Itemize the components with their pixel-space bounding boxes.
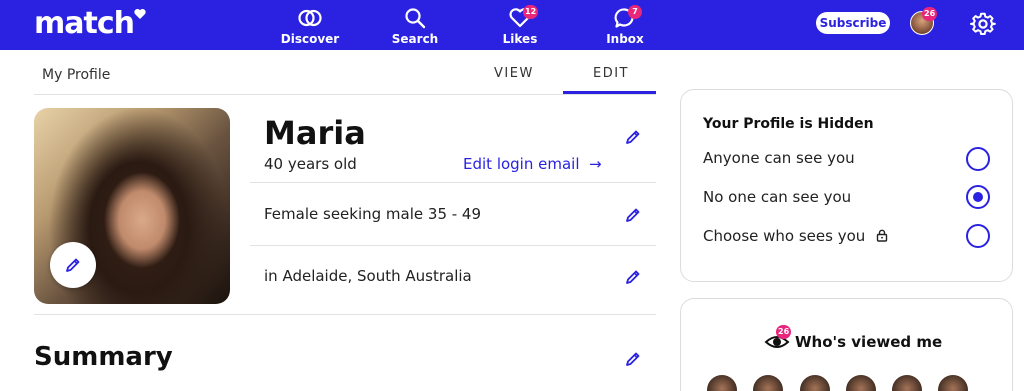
radio-selected-dot bbox=[973, 192, 983, 202]
edit-login-email-label: Edit login email bbox=[463, 155, 580, 173]
divider bbox=[250, 245, 656, 246]
edit-location-pencil-icon[interactable] bbox=[625, 269, 641, 285]
tab-view[interactable]: VIEW bbox=[494, 66, 534, 81]
visibility-option-anyone[interactable]: Anyone can see you bbox=[703, 149, 855, 167]
divider bbox=[34, 314, 656, 315]
header-divider bbox=[34, 94, 656, 95]
visibility-title: Your Profile is Hidden bbox=[703, 116, 874, 132]
viewed-badge: 26 bbox=[776, 325, 792, 339]
profile-age: 40 years old bbox=[264, 155, 357, 173]
nav-inbox[interactable]: 7 Inbox bbox=[580, 4, 670, 46]
subscribe-button[interactable]: Subscribe bbox=[816, 12, 890, 34]
discover-icon bbox=[298, 9, 322, 27]
photo-edit-button[interactable] bbox=[50, 242, 96, 288]
arrow-right-icon: → bbox=[584, 155, 602, 173]
logo-heart-icon bbox=[134, 8, 146, 19]
search-icon bbox=[405, 8, 426, 29]
top-nav: match Discover Search 12 Likes 7 Inbox S… bbox=[0, 0, 1024, 50]
lock-icon bbox=[876, 229, 888, 242]
nav-discover[interactable]: Discover bbox=[265, 4, 355, 46]
match-logo[interactable]: match bbox=[34, 6, 146, 41]
avatar-badge: 26 bbox=[922, 7, 938, 21]
nav-inbox-label: Inbox bbox=[606, 32, 644, 46]
edit-name-pencil-icon[interactable] bbox=[625, 129, 641, 145]
nav-likes-label: Likes bbox=[502, 32, 538, 46]
likes-badge: 12 bbox=[523, 5, 539, 19]
page-title: My Profile bbox=[42, 67, 111, 83]
profile-name: Maria bbox=[264, 114, 366, 152]
profile-location: in Adelaide, South Australia bbox=[264, 267, 472, 285]
nav-search[interactable]: Search bbox=[370, 4, 460, 46]
active-tab-indicator bbox=[563, 91, 656, 94]
visibility-option-choose-label: Choose who sees you bbox=[703, 227, 866, 245]
radio-no-one[interactable] bbox=[966, 185, 990, 209]
nav-likes[interactable]: 12 Likes bbox=[475, 4, 565, 46]
whos-viewed-me-title[interactable]: Who's viewed me bbox=[795, 333, 942, 351]
tab-edit[interactable]: EDIT bbox=[593, 66, 629, 81]
radio-choose[interactable] bbox=[966, 224, 990, 248]
nav-discover-label: Discover bbox=[280, 32, 340, 46]
visibility-option-no-one[interactable]: No one can see you bbox=[703, 188, 851, 206]
pencil-icon bbox=[66, 258, 80, 272]
edit-summary-pencil-icon[interactable] bbox=[625, 351, 641, 367]
visibility-option-choose[interactable]: Choose who sees you bbox=[703, 227, 888, 245]
profile-seeking: Female seeking male 35 - 49 bbox=[264, 205, 482, 223]
radio-anyone[interactable] bbox=[966, 147, 990, 171]
inbox-badge: 7 bbox=[628, 5, 642, 19]
logo-text: match bbox=[34, 6, 135, 41]
gear-icon[interactable] bbox=[970, 11, 996, 37]
nav-search-label: Search bbox=[391, 32, 439, 46]
summary-heading: Summary bbox=[34, 342, 173, 372]
edit-seeking-pencil-icon[interactable] bbox=[625, 207, 641, 223]
divider bbox=[250, 182, 656, 183]
edit-login-email-link[interactable]: Edit login email → bbox=[463, 155, 602, 173]
